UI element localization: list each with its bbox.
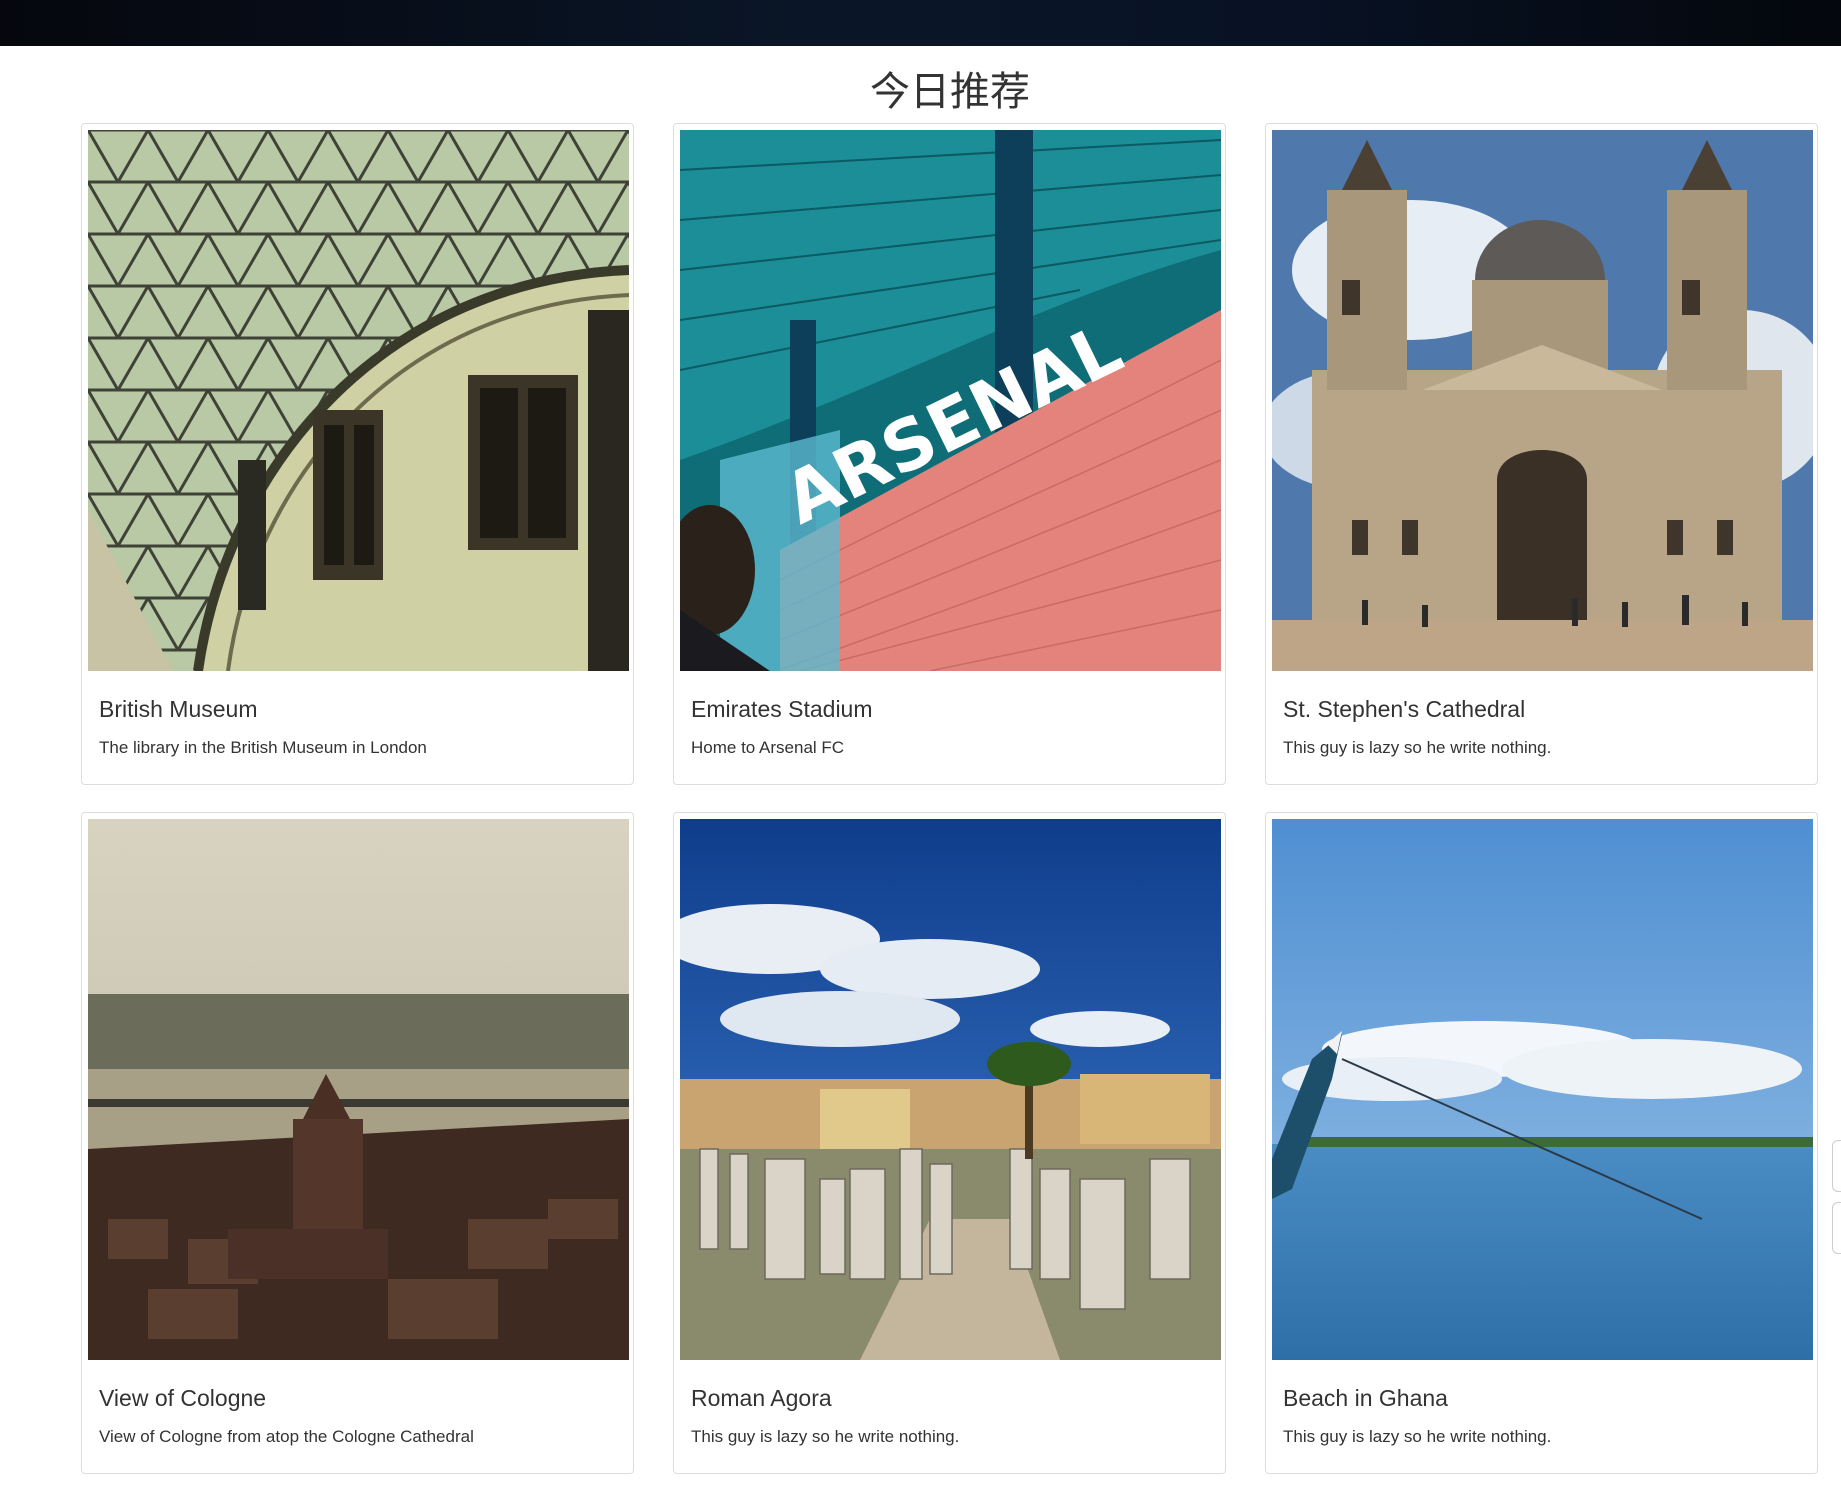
- emirates-stadium-photo[interactable]: ARSENAL: [680, 130, 1221, 671]
- roman-agora-image: [680, 819, 1221, 1360]
- card-description: This guy is lazy so he write nothing.: [691, 1427, 960, 1446]
- card-title[interactable]: Roman Agora: [691, 1385, 832, 1412]
- roman-agora-photo[interactable]: [680, 819, 1221, 1360]
- card-st-stephens-cathedral[interactable]: St. Stephen's Cathedral This guy is lazy…: [1265, 123, 1818, 785]
- card-british-museum[interactable]: British Museum The library in the Britis…: [81, 123, 634, 785]
- cathedral-image: [1272, 130, 1813, 671]
- side-float-button-1[interactable]: [1832, 1140, 1841, 1192]
- top-navbar: [0, 0, 1841, 46]
- cologne-image: [88, 819, 629, 1360]
- card-description: View of Cologne from atop the Cologne Ca…: [99, 1427, 474, 1446]
- card-roman-agora[interactable]: Roman Agora This guy is lazy so he write…: [673, 812, 1226, 1474]
- side-float-button-2[interactable]: [1832, 1202, 1841, 1254]
- card-emirates-stadium[interactable]: ARSENAL Emirates Stadium Home to Arsenal…: [673, 123, 1226, 785]
- card-description: This guy is lazy so he write nothing.: [1283, 738, 1552, 757]
- cathedral-photo[interactable]: [1272, 130, 1813, 671]
- card-title[interactable]: Beach in Ghana: [1283, 1385, 1448, 1412]
- british-museum-photo[interactable]: [88, 130, 629, 671]
- card-description: Home to Arsenal FC: [691, 738, 845, 757]
- card-description: This guy is lazy so he write nothing.: [1283, 1427, 1552, 1446]
- cologne-photo[interactable]: [88, 819, 629, 1360]
- card-title[interactable]: British Museum: [99, 696, 257, 723]
- card-title[interactable]: View of Cologne: [99, 1385, 266, 1412]
- card-title[interactable]: Emirates Stadium: [691, 696, 873, 723]
- ghana-beach-photo[interactable]: [1272, 819, 1813, 1360]
- card-beach-in-ghana[interactable]: Beach in Ghana This guy is lazy so he wr…: [1265, 812, 1818, 1474]
- card-title[interactable]: St. Stephen's Cathedral: [1283, 696, 1525, 723]
- page-title: 今日推荐: [870, 70, 1030, 114]
- british-museum-image: [88, 130, 629, 671]
- card-description: The library in the British Museum in Lon…: [99, 738, 427, 757]
- ghana-beach-image: [1272, 819, 1813, 1360]
- emirates-stadium-image: ARSENAL: [680, 130, 1221, 671]
- card-view-of-cologne[interactable]: View of Cologne View of Cologne from ato…: [81, 812, 634, 1474]
